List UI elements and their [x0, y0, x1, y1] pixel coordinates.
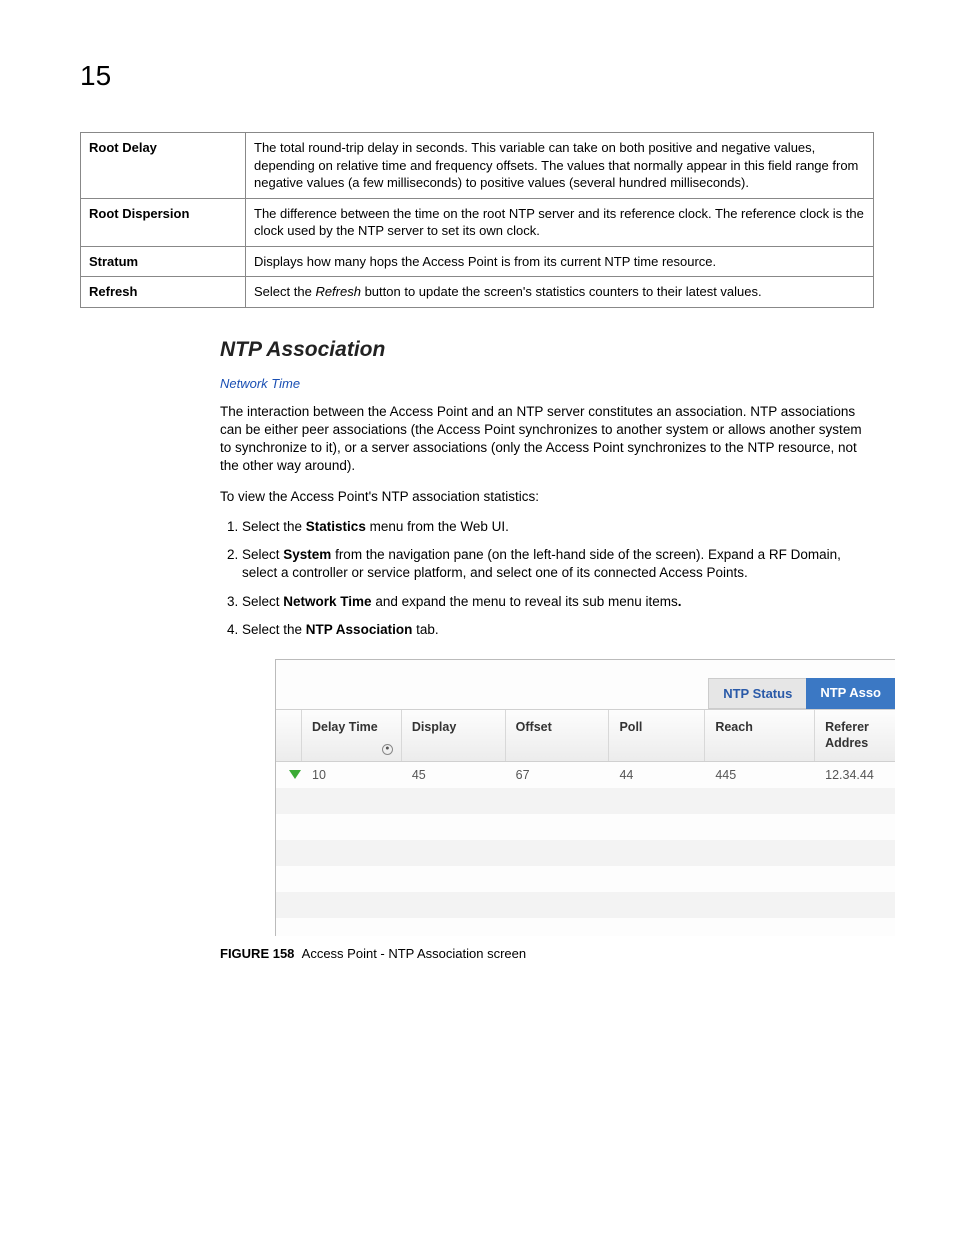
step-3-d: .: [678, 594, 682, 609]
col-header-reference-address[interactable]: Referer Addres: [815, 710, 895, 761]
cell-ref-address: 12.34.44: [815, 764, 895, 786]
intro-paragraph: The interaction between the Access Point…: [220, 403, 874, 476]
col-header-poll[interactable]: Poll: [609, 710, 705, 761]
cell-poll: 44: [609, 764, 705, 786]
step-2-a: Select: [242, 547, 283, 562]
step-4-b: NTP Association: [306, 622, 413, 637]
col-header-icon[interactable]: [276, 710, 302, 761]
grid-empty-row: [276, 814, 895, 840]
screenshot-figure: NTP Status NTP Asso Delay Time Display O…: [275, 659, 874, 936]
term-refresh: Refresh: [81, 277, 246, 308]
step-1: Select the Statistics menu from the Web …: [242, 518, 874, 536]
step-2: Select System from the navigation pane (…: [242, 546, 874, 582]
step-3-a: Select: [242, 594, 283, 609]
desc-refresh-post: button to update the screen's statistics…: [361, 284, 762, 299]
col-header-display[interactable]: Display: [402, 710, 506, 761]
grid-data-row[interactable]: 10 45 67 44 445 12.34.44: [276, 762, 895, 788]
steps-list: Select the Statistics menu from the Web …: [220, 518, 874, 639]
term-stratum: Stratum: [81, 246, 246, 277]
cell-reach: 445: [705, 764, 815, 786]
desc-stratum: Displays how many hops the Access Point …: [246, 246, 874, 277]
step-3: Select Network Time and expand the menu …: [242, 593, 874, 611]
desc-refresh-em: Refresh: [315, 284, 361, 299]
definition-table: Root Delay The total round-trip delay in…: [80, 132, 874, 308]
desc-refresh-pre: Select the: [254, 284, 315, 299]
cell-display: 45: [402, 764, 506, 786]
step-4: Select the NTP Association tab.: [242, 621, 874, 639]
tab-ntp-status[interactable]: NTP Status: [708, 678, 806, 709]
step-3-c: and expand the menu to reveal its sub me…: [372, 594, 678, 609]
step-1-c: menu from the Web UI.: [366, 519, 509, 534]
step-1-a: Select the: [242, 519, 306, 534]
col-header-delay-time[interactable]: Delay Time: [302, 710, 402, 761]
heading-ntp-association: NTP Association: [220, 338, 874, 362]
desc-root-dispersion: The difference between the time on the r…: [246, 198, 874, 246]
page-number: 15: [80, 60, 874, 92]
term-root-dispersion: Root Dispersion: [81, 198, 246, 246]
table-row: Refresh Select the Refresh button to upd…: [81, 277, 874, 308]
step-1-b: Statistics: [306, 519, 366, 534]
step-3-b: Network Time: [283, 594, 371, 609]
table-row: Root Dispersion The difference between t…: [81, 198, 874, 246]
term-root-delay: Root Delay: [81, 133, 246, 199]
tab-ntp-association[interactable]: NTP Asso: [806, 678, 895, 709]
table-row: Stratum Displays how many hops the Acces…: [81, 246, 874, 277]
col-header-reach[interactable]: Reach: [705, 710, 815, 761]
figure-caption: FIGURE 158 Access Point - NTP Associatio…: [220, 946, 874, 961]
screenshot-frame: NTP Status NTP Asso Delay Time Display O…: [275, 659, 895, 936]
table-row: Root Delay The total round-trip delay in…: [81, 133, 874, 199]
grid-empty-row: [276, 840, 895, 866]
arrow-down-icon: [289, 770, 301, 779]
grid-empty-row: [276, 918, 895, 936]
desc-root-delay: The total round-trip delay in seconds. T…: [246, 133, 874, 199]
cell-delay: 10: [302, 764, 402, 786]
figure-caption-text: Access Point - NTP Association screen: [302, 946, 526, 961]
cell-offset: 67: [506, 764, 610, 786]
tab-bar: NTP Status NTP Asso: [276, 660, 895, 709]
desc-refresh: Select the Refresh button to update the …: [246, 277, 874, 308]
data-grid: Delay Time Display Offset Poll Reach Ref…: [276, 709, 895, 936]
row-status-icon: [276, 764, 302, 786]
grid-empty-row: [276, 788, 895, 814]
figure-label: FIGURE 158: [220, 946, 294, 961]
step-4-a: Select the: [242, 622, 306, 637]
step-2-b: System: [283, 547, 331, 562]
grid-header-row: Delay Time Display Offset Poll Reach Ref…: [276, 710, 895, 762]
breadcrumb-network-time[interactable]: Network Time: [220, 376, 874, 391]
step-4-c: tab.: [412, 622, 438, 637]
step-2-c: from the navigation pane (on the left-ha…: [242, 547, 841, 580]
intro-paragraph-2: To view the Access Point's NTP associati…: [220, 488, 874, 506]
grid-empty-row: [276, 892, 895, 918]
col-header-offset[interactable]: Offset: [506, 710, 610, 761]
grid-empty-row: [276, 866, 895, 892]
